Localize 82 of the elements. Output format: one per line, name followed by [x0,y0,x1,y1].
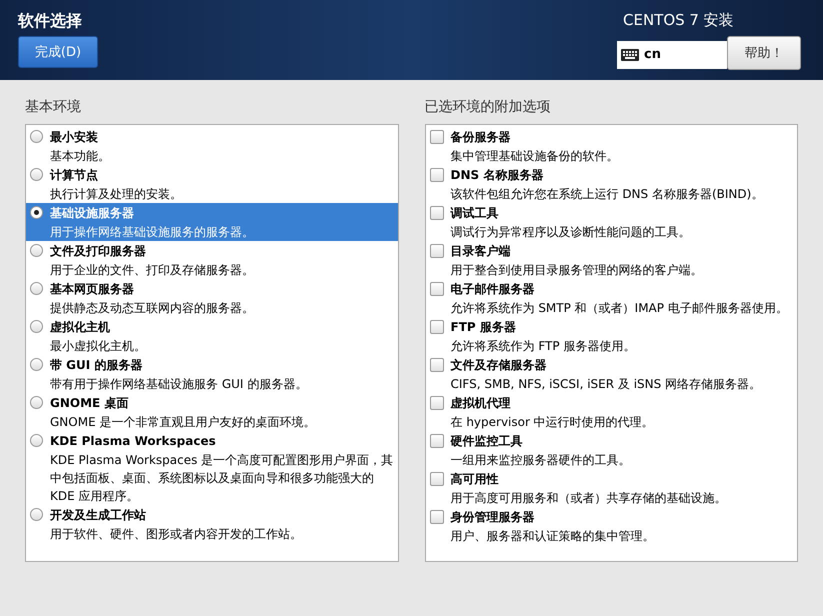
checkbox[interactable] [430,168,444,182]
checkbox[interactable] [430,434,444,448]
help-button[interactable]: 帮助！ [727,36,801,70]
option-description: 用于整合到使用目录服务管理的网络的客户端。 [450,262,704,279]
checkbox[interactable] [430,358,444,372]
option-name: GNOME 桌面 [50,395,130,412]
environment-option[interactable]: 最小安装 基本功能。 [26,127,398,165]
option-description: 一组用来监控服务器硬件的工具。 [450,452,632,469]
radio-button[interactable] [30,206,43,219]
option-description: 最小虚拟化主机。 [50,338,147,355]
option-name: 调试工具 [450,205,500,222]
option-description: CIFS, SMB, NFS, iSCSI, iSER 及 iSNS 网络存储服务器。 [450,376,762,393]
option-description: 在 hypervisor 中运行时使用的代理。 [450,414,655,431]
done-button[interactable]: 完成(D) [18,36,98,68]
radio-button[interactable] [30,320,43,333]
section-heading: 已选环境的附加选项 [424,98,552,116]
option-name: 虚拟化主机 [50,319,111,336]
section-heading: 基本环境 [25,98,82,116]
checkbox[interactable] [430,510,444,524]
option-name: 最小安装 [50,129,99,146]
option-name: 高可用性 [450,471,500,488]
option-name: 文件及存储服务器 [450,357,548,374]
option-description: 用于软件、硬件、图形或者内容开发的工作站。 [50,526,303,543]
environment-option[interactable]: 虚拟化主机 最小虚拟化主机。 [26,317,398,355]
option-description: 用于企业的文件、打印及存储服务器。 [50,262,255,279]
radio-button[interactable] [30,358,43,371]
option-description: 允许将系统作为 FTP 服务器使用。 [450,338,636,355]
option-name: 文件及打印服务器 [50,243,147,260]
option-description: GNOME 是一个非常直观且用户友好的桌面环境。 [50,414,316,431]
option-name: 虚拟机代理 [450,395,512,412]
option-description: 基本功能。 [50,148,111,165]
product-title: CENTOS 7 安装 [623,11,734,30]
radio-button[interactable] [30,434,43,447]
environment-option[interactable]: 基础设施服务器 用于操作网络基础设施服务的服务器。 [26,203,398,241]
radio-button[interactable] [30,244,43,257]
radio-button[interactable] [30,168,43,181]
option-description: 允许将系统作为 SMTP 和（或者）IMAP 电子邮件服务器使用。 [450,300,789,317]
option-name: 开发及生成工作站 [50,507,147,524]
checkbox[interactable] [430,320,444,334]
option-name: 备份服务器 [450,129,512,146]
option-name: FTP 服务器 [450,319,517,336]
radio-button[interactable] [30,282,43,295]
option-name: 计算节点 [50,167,99,184]
option-name: 基础设施服务器 [50,205,135,222]
option-description: 用于操作网络基础设施服务的服务器。 [50,224,255,241]
environment-option[interactable]: KDE Plasma Workspaces KDE Plasma Workspaces 是一个高度可配置图形用户界面，其中包括面板、桌面、系统图标以及桌面向导和很多功能强大的 KDE 应用程序。 [26,431,398,505]
keyboard-layout-field[interactable]: cn [617,40,727,68]
checkbox[interactable] [430,244,444,258]
checkbox[interactable] [430,206,444,220]
keyboard-layout-value: cn [644,47,661,62]
option-name: DNS 名称服务器 [450,167,544,184]
option-description: 执行计算及处理的安装。 [50,186,183,203]
option-description: 集中管理基础设施备份的软件。 [450,148,620,165]
option-name: 电子邮件服务器 [450,281,536,298]
checkbox[interactable] [430,472,444,486]
environment-option[interactable]: GNOME 桌面 GNOME 是一个非常直观且用户友好的桌面环境。 [26,393,398,431]
option-name: 基本网页服务器 [50,281,135,298]
option-description: 提供静态及动态互联网内容的服务器。 [50,300,255,317]
checkbox[interactable] [430,130,444,144]
option-description: 调试行为异常程序以及诊断性能问题的工具。 [450,224,692,241]
option-description: 用户、服务器和认证策略的集中管理。 [450,528,656,545]
checkbox[interactable] [430,282,444,296]
option-description: KDE Plasma Workspaces 是一个高度可配置图形用户界面，其中包括面板、桌面、系统图标以及桌面向导和很多功能强大的 KDE 应用程序。 [50,452,394,505]
radio-button[interactable] [30,130,43,143]
option-description: 带有用于操作网络基础设施服务 GUI 的服务器。 [50,376,308,393]
environment-option[interactable]: 计算节点 执行计算及处理的安装。 [26,165,398,203]
environment-option[interactable]: 基本网页服务器 提供静态及动态互联网内容的服务器。 [26,279,398,317]
environment-option[interactable]: 开发及生成工作站 用于软件、硬件、图形或者内容开发的工作站。 [26,505,398,543]
environment-option[interactable]: 带 GUI 的服务器 带有用于操作网络基础设施服务 GUI 的服务器。 [26,355,398,393]
option-name: 身份管理服务器 [450,509,536,526]
option-name: 目录客户端 [450,243,512,260]
option-name: KDE Plasma Workspaces [50,433,217,450]
option-description: 该软件包组允许您在系统上运行 DNS 名称服务器(BIND)。 [450,186,764,203]
screen-title: 软件选择 [18,11,83,32]
radio-button[interactable] [30,508,43,521]
keyboard-icon [621,48,639,60]
option-name: 硬件监控工具 [450,433,524,450]
option-description: 用于高度可用服务和（或者）共享存储的基础设施。 [450,490,728,507]
checkbox[interactable] [430,396,444,410]
option-name: 带 GUI 的服务器 [50,357,144,374]
radio-button[interactable] [30,396,43,409]
environment-option[interactable]: 文件及打印服务器 用于企业的文件、打印及存储服务器。 [26,241,398,279]
